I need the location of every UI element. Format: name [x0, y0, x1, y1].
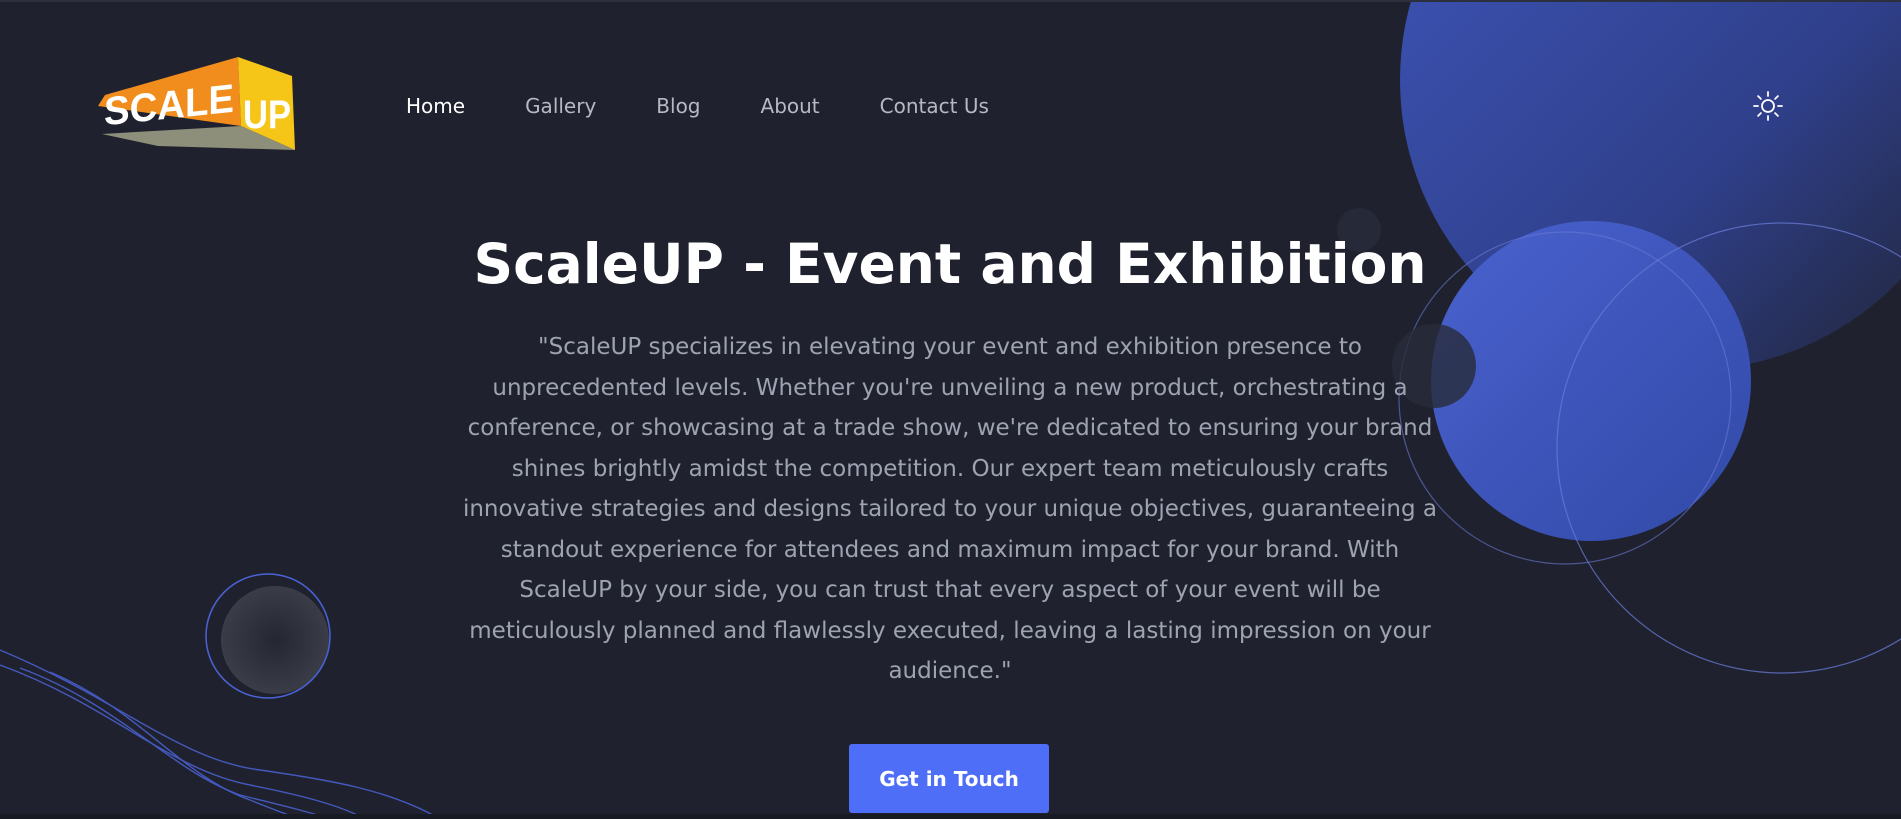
hero-description-line: innovative strategies and designs tailor… [462, 496, 1438, 522]
hero-description-line: meticulously planned and flawlessly exec… [469, 617, 1431, 644]
nav-blog[interactable]: Blog [656, 94, 700, 118]
main-nav: Home Gallery Blog About Contact Us [406, 92, 1049, 120]
page: SCALE UP Home Gallery Blog About Contact… [0, 0, 1901, 819]
nav-home[interactable]: Home [406, 94, 465, 118]
gray-orb-ring [205, 573, 331, 699]
get-in-touch-button[interactable]: Get in Touch [849, 744, 1049, 813]
blob-large [1400, 0, 1901, 370]
hero-description-line: audience." [888, 658, 1012, 684]
hero-description-line: ScaleUP by your side, you can trust that… [519, 577, 1381, 603]
scaleup-logo[interactable]: SCALE UP [98, 54, 298, 150]
hero-description-line: shines brightly amidst the competition. … [511, 455, 1389, 482]
nav-about[interactable]: About [761, 94, 820, 118]
svg-text:UP: UP [243, 93, 291, 137]
outline-ring-2 [1556, 222, 1901, 674]
nav-gallery[interactable]: Gallery [525, 94, 596, 118]
sun-icon[interactable] [1752, 90, 1784, 122]
hero-description: "ScaleUP specializes in elevating your e… [450, 327, 1450, 692]
hero-description-line: conference, or showcasing at a trade sho… [467, 415, 1433, 441]
svg-text:SCALE: SCALE [104, 77, 234, 135]
hero-title: ScaleUP - Event and Exhibition [473, 232, 1427, 296]
gray-orb [221, 586, 329, 694]
blob-medium [1431, 221, 1751, 541]
wave-lines [0, 649, 441, 819]
top-border [0, 0, 1901, 2]
hero-description-line: "ScaleUP specializes in elevating your e… [538, 334, 1362, 360]
nav-contact-us[interactable]: Contact Us [880, 94, 989, 118]
hero-description-line: unprecedented levels. Whether you're unv… [492, 374, 1408, 401]
hero-description-line: standout experience for attendees and ma… [500, 536, 1400, 563]
bottom-border [0, 814, 1901, 819]
